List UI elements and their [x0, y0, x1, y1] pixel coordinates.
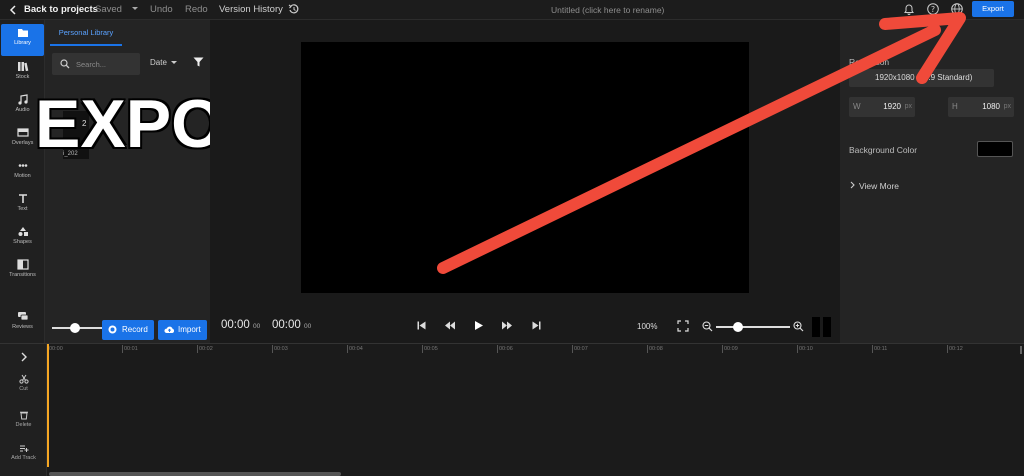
view-more-toggle[interactable]: View More [849, 181, 899, 191]
back-to-projects-link[interactable]: Back to projects [24, 3, 98, 17]
ruler-tick: 00:12 [947, 345, 963, 353]
video-canvas[interactable] [301, 42, 749, 293]
zoom-slider-track[interactable] [716, 326, 790, 328]
ruler-tick: 00:05 [422, 345, 438, 353]
rewind-icon[interactable] [444, 320, 456, 331]
top-bar: Back to projects Saved Undo Redo Version… [0, 0, 1024, 20]
overlay-icon [16, 128, 29, 137]
sidebar-item-library[interactable]: Library [1, 24, 44, 56]
music-note-icon [17, 94, 28, 105]
ruler-tick: 00:00 [47, 345, 63, 353]
books-icon [17, 62, 28, 72]
ruler-tick: 00:03 [272, 345, 288, 353]
help-icon[interactable]: ? [926, 2, 940, 16]
timeline-tools: Cut Delete Add Track [0, 344, 47, 476]
zoom-percentage: 100% [637, 322, 658, 331]
ruler-tick: 00:07 [572, 345, 588, 353]
saved-status: Saved [95, 4, 122, 15]
pause-icon[interactable] [812, 317, 832, 337]
chevron-right-icon [21, 352, 27, 362]
current-time: 00:00 00 [221, 319, 261, 331]
ruler-tick: 00:02 [197, 345, 213, 353]
height-field[interactable]: H 1080 px [948, 97, 1014, 117]
timeline-end-marker [1020, 346, 1022, 354]
background-color-swatch[interactable] [977, 141, 1013, 157]
undo-button[interactable]: Undo [150, 3, 173, 17]
timeline-ruler[interactable]: 00:00 00:01 00:02 00:03 00:04 00:05 00:0… [47, 344, 1024, 354]
redo-button[interactable]: Redo [185, 3, 208, 17]
add-track-tool[interactable]: Add Track [0, 443, 47, 461]
height-value: 1080 [982, 102, 1000, 111]
sidebar-item-transitions[interactable]: Transitions [1, 256, 44, 288]
chevron-right-icon [850, 181, 855, 189]
chevron-down-icon[interactable] [131, 4, 139, 14]
bell-icon[interactable] [902, 2, 916, 16]
svg-text:?: ? [931, 5, 935, 14]
timeline: Cut Delete Add Track 00:00 00:01 00:02 0… [0, 343, 1024, 476]
record-button[interactable]: Record [102, 320, 154, 340]
ruler-tick: 00:06 [497, 345, 513, 353]
text-icon [18, 194, 27, 203]
back-arrow-icon[interactable] [9, 3, 17, 17]
add-track-icon [19, 445, 28, 452]
history-icon[interactable] [288, 3, 300, 15]
video-editor: Back to projects Saved Undo Redo Version… [0, 0, 1024, 476]
folder-icon [17, 29, 28, 37]
trash-icon [19, 411, 28, 420]
export-button[interactable]: Export [972, 1, 1014, 17]
ruler-tick: 00:09 [722, 345, 738, 353]
fast-forward-icon[interactable] [501, 320, 513, 331]
scissors-icon [18, 374, 29, 384]
library-panel: Personal Library Date 2 i_202 [45, 20, 210, 343]
import-button[interactable]: Import [158, 320, 207, 340]
properties-panel: Resolution 1920x1080 (16:9 Standard) W 1… [840, 20, 1024, 343]
search-icon [60, 59, 70, 69]
sidebar: Library Stock Audio Overlays Motion Text… [0, 20, 45, 343]
background-color-label: Background Color [849, 145, 918, 155]
zoom-out-icon[interactable] [702, 321, 713, 332]
fullscreen-icon[interactable] [677, 320, 689, 332]
skip-to-start-icon[interactable] [416, 320, 427, 331]
shapes-icon [18, 227, 28, 236]
play-icon[interactable] [473, 320, 484, 331]
transition-icon [16, 259, 29, 270]
ruler-tick: 00:04 [347, 345, 363, 353]
zoom-in-icon[interactable] [793, 321, 804, 332]
sort-dropdown[interactable]: Date [150, 58, 178, 67]
sidebar-item-text[interactable]: Text [1, 190, 44, 222]
volume-slider-handle[interactable] [69, 323, 80, 333]
record-icon [108, 325, 117, 334]
sidebar-item-reviews[interactable]: Reviews [1, 308, 44, 340]
skip-to-end-icon[interactable] [531, 320, 542, 331]
playhead[interactable] [47, 344, 49, 467]
width-value: 1920 [883, 102, 901, 111]
resolution-label: Resolution [849, 57, 890, 67]
width-field[interactable]: W 1920 px [849, 97, 915, 117]
version-history-button[interactable]: Version History [219, 3, 283, 17]
ruler-tick: 00:10 [797, 345, 813, 353]
ruler-tick: 00:01 [122, 345, 138, 353]
search-input[interactable] [76, 57, 136, 71]
chat-icon [17, 312, 28, 321]
sidebar-item-shapes[interactable]: Shapes [1, 223, 44, 255]
chevron-down-icon [171, 61, 178, 64]
ruler-tick: 00:11 [872, 345, 888, 353]
sort-label: Date [150, 58, 167, 67]
cut-tool[interactable]: Cut [0, 374, 47, 392]
ruler-tick: 00:08 [647, 345, 663, 353]
motion-icon [18, 164, 27, 167]
globe-icon[interactable] [950, 2, 964, 16]
resolution-dropdown[interactable]: 1920x1080 (16:9 Standard) [849, 69, 994, 87]
search-box[interactable] [52, 53, 140, 75]
total-time: 00:00 00 [272, 319, 312, 331]
timeline-scrollbar[interactable] [49, 472, 341, 476]
upload-cloud-icon [164, 326, 175, 333]
filter-icon[interactable] [193, 57, 204, 67]
tab-personal-library[interactable]: Personal Library [50, 26, 122, 46]
expand-timeline-button[interactable] [0, 352, 47, 362]
delete-tool[interactable]: Delete [0, 410, 47, 428]
project-title[interactable]: Untitled (click here to rename) [551, 3, 664, 17]
